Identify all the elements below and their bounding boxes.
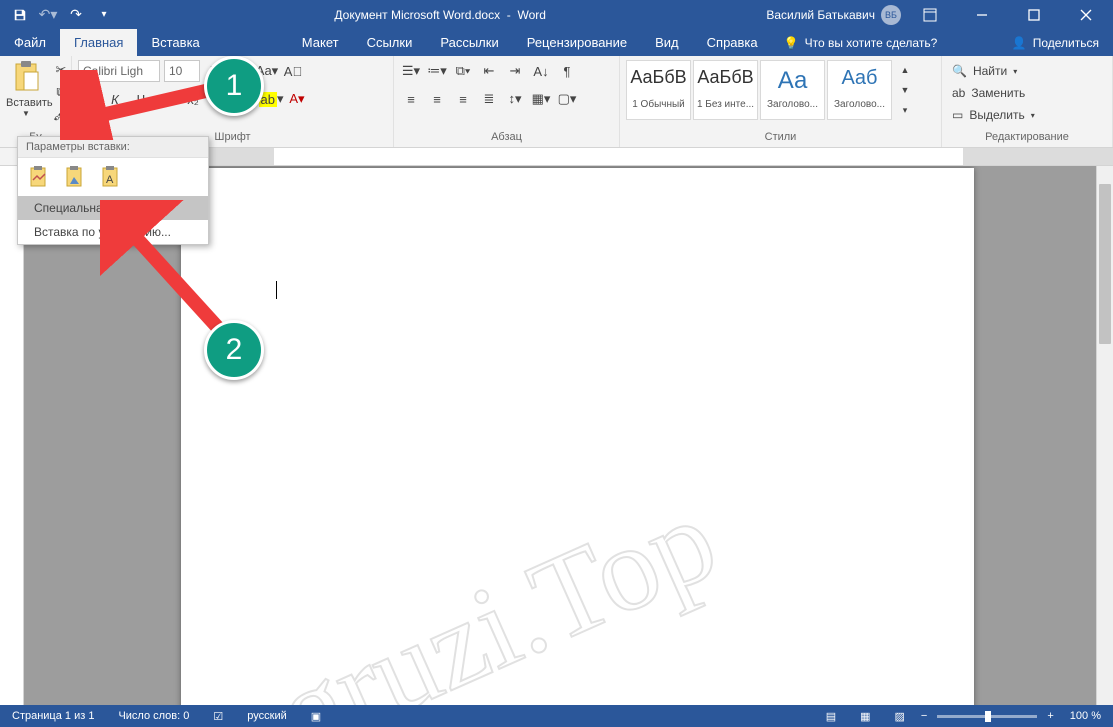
increase-indent-button[interactable]: ⇥ <box>504 60 526 82</box>
group-styles: АаБбВ 1 Обычный АаБбВ 1 Без инте... Аа З… <box>620 56 942 147</box>
tab-references[interactable]: Ссылки <box>353 29 427 56</box>
numbering-button[interactable]: ≔▾ <box>426 60 448 82</box>
view-print-layout[interactable]: ▦ <box>848 705 882 727</box>
line-spacing-button[interactable]: ↕▾ <box>504 88 526 110</box>
shading-button[interactable]: ▦▾ <box>530 88 552 110</box>
group-paragraph: ☰▾ ≔▾ ⧉▾ ⇤ ⇥ A↓ ¶ ≡ ≡ ≡ ≣ ↕▾ ▦▾ ▢▾ Абзац <box>394 56 620 147</box>
zoom-slider-knob[interactable] <box>985 711 991 722</box>
quick-access-toolbar: ↶▾ ↷ ▾ <box>0 5 114 25</box>
annotation-arrow-1 <box>60 70 220 140</box>
undo-button[interactable]: ↶▾ <box>38 5 58 25</box>
style-heading1[interactable]: Аа Заголово... <box>760 60 825 120</box>
style-heading2[interactable]: Aaб Заголово... <box>827 60 892 120</box>
status-page[interactable]: Страница 1 из 1 <box>0 705 106 727</box>
paste-label: Вставить <box>6 97 46 109</box>
paste-merge-icon[interactable] <box>62 164 88 190</box>
tell-me-search[interactable]: 💡 Что вы хотите сделать? <box>772 29 950 56</box>
paste-text-only-icon[interactable]: A <box>98 164 124 190</box>
annotation-marker-2: 2 <box>204 320 264 380</box>
styles-gallery[interactable]: АаБбВ 1 Обычный АаБбВ 1 Без инте... Аа З… <box>626 60 910 120</box>
svg-text:A: A <box>106 174 114 186</box>
paste-button[interactable]: Вставить ▼ <box>6 60 46 118</box>
clear-formatting-button[interactable]: A⃠ <box>282 60 304 82</box>
qat-customize-button[interactable]: ▾ <box>94 5 114 25</box>
decrease-indent-button[interactable]: ⇤ <box>478 60 500 82</box>
select-button[interactable]: ▭Выделить▾ <box>948 104 1039 126</box>
replace-icon: ab <box>952 86 965 100</box>
document-name: Документ Microsoft Word.docx <box>334 8 500 22</box>
align-left-button[interactable]: ≡ <box>400 88 422 110</box>
align-right-button[interactable]: ≡ <box>452 88 474 110</box>
tab-home[interactable]: Главная <box>60 29 137 56</box>
style-no-spacing[interactable]: АаБбВ 1 Без инте... <box>693 60 758 120</box>
zoom-slider[interactable] <box>937 715 1037 718</box>
font-color-button[interactable]: A▾ <box>286 88 308 110</box>
app-name: Word <box>517 8 545 22</box>
group-editing: 🔍Найти▾ abЗаменить ▭Выделить▾ Редактиров… <box>942 56 1113 147</box>
status-macro[interactable]: ▣ <box>299 705 333 727</box>
paste-keep-source-icon[interactable] <box>26 164 52 190</box>
style-normal[interactable]: АаБбВ 1 Обычный <box>626 60 691 120</box>
zoom-out-button[interactable]: − <box>917 705 931 727</box>
tab-help[interactable]: Справка <box>693 29 772 56</box>
scroll-thumb[interactable] <box>1099 184 1111 344</box>
document-page[interactable] <box>181 168 974 705</box>
styles-row-down[interactable]: ▼ <box>894 81 916 99</box>
view-read-mode[interactable]: ▤ <box>814 705 848 727</box>
title-bar-right: Василий Батькавич ВБ <box>766 0 1113 29</box>
user-avatar[interactable]: ВБ <box>881 5 901 25</box>
share-icon: 👤 <box>1012 36 1027 50</box>
zoom-level[interactable]: 100 % <box>1058 705 1113 727</box>
maximize-button[interactable] <box>1011 0 1057 29</box>
status-language[interactable]: русский <box>235 705 298 727</box>
share-label: Поделиться <box>1033 36 1099 50</box>
tab-review[interactable]: Рецензирование <box>513 29 641 56</box>
tab-mailings[interactable]: Рассылки <box>426 29 512 56</box>
styles-row-up[interactable]: ▲ <box>894 61 916 79</box>
justify-button[interactable]: ≣ <box>478 88 500 110</box>
group-label-styles: Стили <box>626 131 935 147</box>
bullets-button[interactable]: ☰▾ <box>400 60 422 82</box>
window-title: Документ Microsoft Word.docx - Word <box>114 8 766 22</box>
vertical-ruler[interactable] <box>0 166 24 705</box>
tab-view[interactable]: Вид <box>641 29 693 56</box>
replace-button[interactable]: abЗаменить <box>948 82 1039 104</box>
vertical-scrollbar[interactable] <box>1096 166 1113 705</box>
sort-button[interactable]: A↓ <box>530 60 552 82</box>
user-name[interactable]: Василий Батькавич <box>766 8 875 22</box>
tab-file[interactable]: Файл <box>0 29 60 56</box>
share-button[interactable]: 👤 Поделиться <box>998 29 1113 56</box>
show-marks-button[interactable]: ¶ <box>556 60 578 82</box>
status-word-count[interactable]: Число слов: 0 <box>106 705 201 727</box>
tab-hidden-design[interactable] <box>214 29 288 56</box>
group-label-paragraph: Абзац <box>400 131 613 147</box>
align-center-button[interactable]: ≡ <box>426 88 448 110</box>
search-icon: 🔍 <box>952 64 967 78</box>
text-cursor <box>276 281 277 299</box>
select-icon: ▭ <box>952 108 963 122</box>
status-spellcheck[interactable]: ☑ <box>201 705 235 727</box>
multilevel-button[interactable]: ⧉▾ <box>452 60 474 82</box>
view-web-layout[interactable]: ▨ <box>883 705 917 727</box>
group-label-editing: Редактирование <box>948 131 1106 147</box>
save-button[interactable] <box>10 5 30 25</box>
status-bar: Страница 1 из 1 Число слов: 0 ☑ русский … <box>0 705 1113 727</box>
styles-more[interactable]: ▾ <box>894 101 916 119</box>
tab-layout[interactable]: Макет <box>288 29 353 56</box>
lightbulb-icon: 💡 <box>784 36 799 50</box>
redo-button[interactable]: ↷ <box>66 5 86 25</box>
close-button[interactable] <box>1063 0 1109 29</box>
title-bar: ↶▾ ↷ ▾ Документ Microsoft Word.docx - Wo… <box>0 0 1113 29</box>
paste-menu-header: Параметры вставки: <box>18 137 208 158</box>
tab-insert[interactable]: Вставка <box>137 29 213 56</box>
borders-button[interactable]: ▢▾ <box>556 88 578 110</box>
annotation-marker-1: 1 <box>204 56 264 116</box>
paste-dropdown-arrow[interactable]: ▼ <box>6 109 46 118</box>
ribbon-tabs: Файл Главная Вставка Макет Ссылки Рассыл… <box>0 29 1113 56</box>
minimize-button[interactable] <box>959 0 1005 29</box>
tell-me-label: Что вы хотите сделать? <box>805 36 938 50</box>
find-button[interactable]: 🔍Найти▾ <box>948 60 1039 82</box>
ribbon-display-button[interactable] <box>907 0 953 29</box>
zoom-in-button[interactable]: + <box>1043 705 1057 727</box>
